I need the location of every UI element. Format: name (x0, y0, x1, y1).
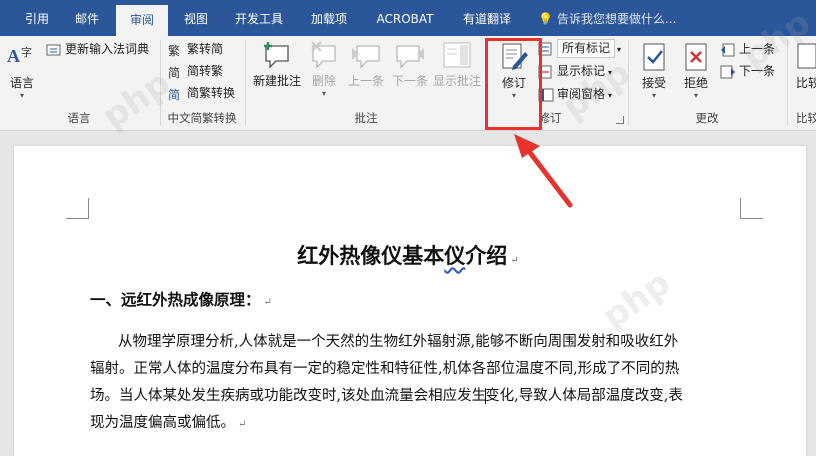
tell-me-search[interactable]: 💡 告诉我您想要做什么... (538, 0, 676, 36)
language-button[interactable]: A 字 语言 ▾ (4, 42, 40, 101)
show-comments-button[interactable]: 显示批注 (432, 40, 482, 89)
tab-youdao-translate[interactable]: 有道翻译 (452, 0, 522, 36)
group-label-chinese-conversion: 中文简繁转换 (167, 111, 237, 125)
svg-text:A: A (7, 46, 20, 66)
traditional-to-simplified-button[interactable]: 繁 繁转简 (168, 38, 223, 60)
dropdown-caret-icon: ▾ (651, 91, 656, 100)
tab-developer[interactable]: 开发工具 (226, 0, 292, 36)
paragraph-mark: ↵ (510, 255, 519, 266)
tab-references[interactable]: 引用 (16, 0, 58, 36)
spelling-squiggle: 仪 (444, 243, 466, 268)
dropdown-caret-icon: ▾ (693, 91, 698, 100)
dropdown-caret-icon: ▾ (19, 91, 24, 100)
simplified-to-traditional-icon: 简 (168, 64, 184, 80)
accept-icon (637, 42, 671, 72)
next-change-icon (720, 64, 736, 78)
traditional-to-simplified-icon: 繁 (168, 42, 184, 58)
previous-change-icon (720, 42, 736, 56)
delete-comment-button[interactable]: 删除 ▾ (306, 40, 342, 99)
tab-addins[interactable]: 加载项 (302, 0, 356, 36)
paragraph-line: 从物理学原理分析,人体就是一个天然的生物红外辐射源,能够不断向周围发射和吸收红外 (118, 334, 679, 350)
reject-change-button[interactable]: 拒绝 ▾ (678, 42, 714, 101)
paragraph-line: 辐射。正常人体的温度分布具有一定的稳定性和特征性,机体各部位温度不同,形成了不同… (90, 361, 680, 377)
next-comment-button[interactable]: 下一条 (390, 40, 430, 89)
paragraph-mark: ↵ (263, 297, 272, 308)
ribbon-tab-bar: 引用 邮件 审阅 视图 开发工具 加载项 ACROBAT 有道翻译 💡 告诉我您想… (0, 0, 816, 36)
update-ime-dictionary-button[interactable]: 更新输入法词典 (46, 38, 149, 60)
previous-comment-icon (349, 40, 383, 70)
crop-mark-top-right (740, 198, 763, 219)
tab-review[interactable]: 审阅 (116, 5, 168, 36)
new-comment-icon (260, 40, 294, 70)
compare-button[interactable]: 比较 (796, 42, 816, 91)
svg-text:简: 简 (168, 66, 180, 79)
svg-text:字: 字 (21, 45, 32, 59)
accept-change-button[interactable]: 接受 ▾ (636, 42, 672, 101)
paragraph-mark: ↵ (238, 419, 247, 430)
dropdown-caret-icon: ▾ (321, 89, 326, 98)
highlight-box (485, 38, 542, 130)
paragraph-line: 现为温度偏高或偏低。 ↵ (90, 415, 247, 431)
delete-comment-icon (307, 40, 341, 70)
chinese-conversion-button[interactable]: 简 简繁转换 (168, 82, 235, 104)
group-label-compare: 比较 (796, 111, 816, 125)
tracking-options-launcher-icon[interactable] (616, 116, 624, 124)
dropdown-caret-icon: ▾ (617, 45, 622, 54)
crop-mark-top-left (66, 198, 89, 219)
dictionary-icon (46, 42, 62, 56)
simplified-to-traditional-button[interactable]: 简 简转繁 (168, 60, 223, 82)
language-icon: A 字 (5, 42, 39, 72)
section-heading: 一、远红外热成像原理： ↵ (90, 290, 272, 309)
paragraph-line: 场。当人体某处发生疾病或功能改变时,该处血流量会相应发生变化,导致人体局部温度改… (90, 388, 683, 404)
svg-text:繁: 繁 (168, 43, 180, 57)
show-comments-icon (440, 40, 474, 70)
tab-mailings[interactable]: 邮件 (66, 0, 108, 36)
tab-acrobat[interactable]: ACROBAT (366, 0, 444, 36)
group-separator (245, 40, 246, 126)
next-comment-icon (393, 40, 427, 70)
tab-view[interactable]: 视图 (176, 0, 216, 36)
group-label-comments: 批注 (354, 111, 378, 125)
document-title: 红外热像仪基本仪介绍 ↵ (297, 243, 519, 268)
group-label-changes: 更改 (695, 111, 719, 125)
new-comment-button[interactable]: 新建批注 (252, 40, 302, 89)
previous-comment-button[interactable]: 上一条 (346, 40, 386, 89)
reject-icon (679, 42, 713, 72)
lightbulb-icon: 💡 (538, 12, 553, 26)
